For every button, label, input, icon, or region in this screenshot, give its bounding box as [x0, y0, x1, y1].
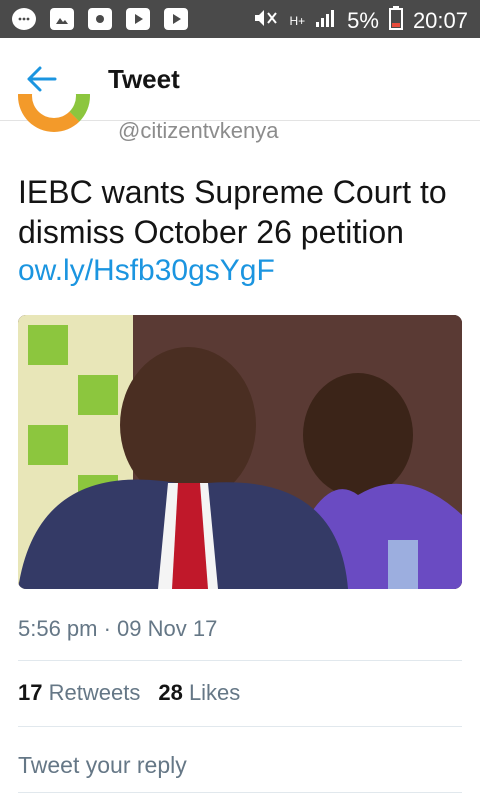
likes-stat[interactable]: 28 Likes: [158, 680, 240, 706]
avatar[interactable]: [18, 94, 102, 152]
messenger-icon: [12, 8, 36, 30]
page-title: Tweet: [108, 64, 180, 94]
network-type: H+: [289, 14, 306, 28]
mute-icon: [253, 8, 279, 34]
notification-icons: [12, 8, 188, 30]
settings-notification-icon: [88, 8, 112, 30]
likes-label: Likes: [188, 680, 241, 705]
tweet-link[interactable]: ow.ly/Hsfb30gsYgF: [18, 254, 275, 288]
divider: [18, 660, 462, 661]
youtube-icon: [126, 8, 150, 30]
gallery-icon: [50, 8, 74, 30]
system-indicators: H+ 5% 20:07: [253, 6, 468, 36]
youtube-icon: [164, 8, 188, 30]
retweets-stat[interactable]: 17 Retweets: [18, 680, 140, 706]
likes-count: 28: [158, 680, 183, 705]
status-bar: H+ 5% 20:07: [0, 0, 480, 38]
divider: [18, 726, 462, 727]
battery-icon: [388, 6, 403, 36]
reply-input[interactable]: Tweet your reply: [18, 752, 187, 779]
tweet-text: IEBC wants Supreme Court to dismiss Octo…: [18, 174, 447, 250]
tweet-stats: 17 Retweets 28 Likes: [18, 680, 240, 706]
battery-percent: 5%: [347, 8, 379, 33]
retweets-count: 17: [18, 680, 43, 705]
tweet-photo[interactable]: [18, 315, 462, 589]
signal-icon: [315, 8, 337, 34]
user-handle[interactable]: @citizentvkenya: [118, 118, 279, 144]
clock: 20:07: [412, 8, 468, 33]
retweets-label: Retweets: [48, 680, 141, 705]
divider: [18, 792, 462, 793]
back-arrow-icon[interactable]: [24, 64, 58, 94]
tweet-timestamp: 5:56 pm · 09 Nov 17: [18, 616, 218, 641]
